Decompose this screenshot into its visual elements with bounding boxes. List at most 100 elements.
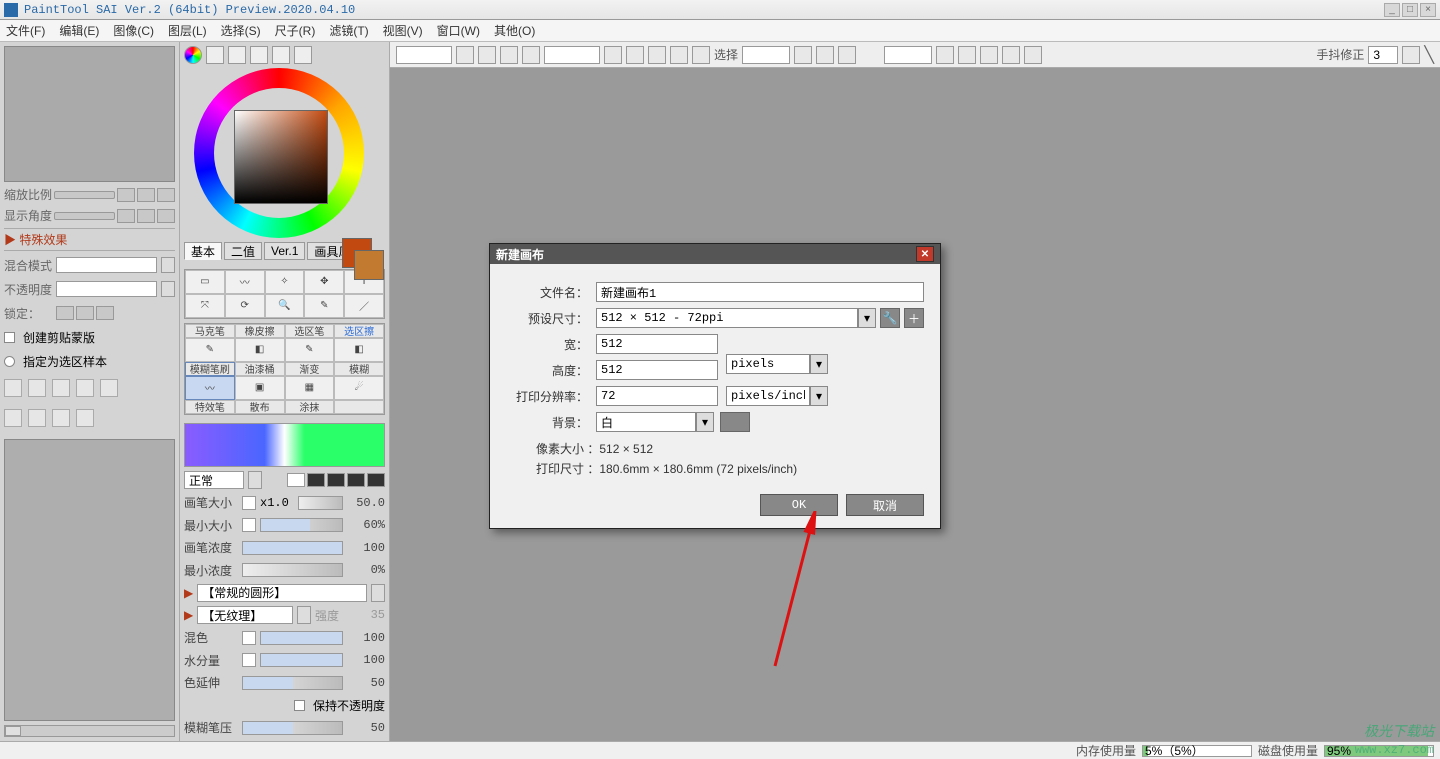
- size-pressure-icon[interactable]: [242, 496, 256, 510]
- density-slider[interactable]: [242, 541, 343, 555]
- angle-dropdown-icon[interactable]: [604, 46, 622, 64]
- opacity-stepper[interactable]: [161, 281, 175, 297]
- brush-effect[interactable]: 特效笔: [185, 400, 235, 414]
- lock-all-icon[interactable]: [96, 306, 114, 320]
- menu-select[interactable]: 选择(S): [221, 22, 261, 39]
- zoom-reset-button[interactable]: [157, 188, 175, 202]
- brush-seleraser-icon[interactable]: ◧: [334, 338, 384, 362]
- select-plus-icon[interactable]: [838, 46, 856, 64]
- select2-plus-icon[interactable]: [980, 46, 998, 64]
- dialog-close-button[interactable]: ✕: [916, 246, 934, 262]
- undo-icon[interactable]: [1002, 46, 1020, 64]
- tip-custom-icon[interactable]: [367, 473, 385, 487]
- flip-h-icon[interactable]: [692, 46, 710, 64]
- select2-dd-icon[interactable]: [936, 46, 954, 64]
- tab-basic[interactable]: 基本: [184, 242, 222, 260]
- brush-blur-icon[interactable]: 〰: [185, 376, 235, 400]
- close-button[interactable]: ×: [1420, 3, 1436, 17]
- tip-circle-icon[interactable]: [307, 473, 325, 487]
- selection-source-radio[interactable]: [4, 356, 15, 367]
- navigator-preview[interactable]: [4, 46, 175, 182]
- stabilizer-dropdown-icon[interactable]: [1402, 46, 1420, 64]
- zoom-out-icon[interactable]: [478, 46, 496, 64]
- angle-ccw-icon[interactable]: [626, 46, 644, 64]
- zoom-box[interactable]: [396, 46, 452, 64]
- brush-eraser-icon[interactable]: ◧: [235, 338, 285, 362]
- bg-select[interactable]: [596, 412, 696, 432]
- dialog-title-bar[interactable]: 新建画布 ✕: [490, 244, 940, 264]
- color-slider-icon[interactable]: [206, 46, 224, 64]
- brush-scatter[interactable]: 散布: [235, 400, 285, 414]
- transfer-down-icon[interactable]: [4, 409, 22, 427]
- water-slider[interactable]: [260, 653, 343, 667]
- dpi-unit-dropdown-button[interactable]: ▾: [810, 386, 828, 406]
- preset-dropdown-button[interactable]: ▾: [858, 308, 876, 328]
- size-multiplier[interactable]: x1.0: [260, 496, 294, 510]
- brush-selpen[interactable]: 选区笔: [285, 324, 335, 338]
- lock-pixels-icon[interactable]: [56, 306, 74, 320]
- effects-header[interactable]: ▶ 特殊效果: [4, 228, 175, 251]
- select2-minus-icon[interactable]: [958, 46, 976, 64]
- menu-layer[interactable]: 图层(L): [168, 22, 207, 39]
- zoom-out-button[interactable]: [117, 188, 135, 202]
- zoom-slider[interactable]: [54, 191, 115, 199]
- brush-bucket[interactable]: 油漆桶: [235, 362, 285, 376]
- new-layer-icon[interactable]: [4, 379, 22, 397]
- lock-move-icon[interactable]: [76, 306, 94, 320]
- angle-ccw-button[interactable]: [117, 209, 135, 223]
- select-minus-icon[interactable]: [816, 46, 834, 64]
- min-size-slider[interactable]: [260, 518, 343, 532]
- zoom-fit-icon[interactable]: [522, 46, 540, 64]
- angle-reset-icon[interactable]: [670, 46, 688, 64]
- swatch-icon[interactable]: [250, 46, 268, 64]
- layer-blend-dropdown-button[interactable]: [248, 471, 262, 489]
- select-box[interactable]: [742, 46, 790, 64]
- brush-blur[interactable]: 模糊笔刷: [185, 362, 235, 376]
- preset-select[interactable]: [596, 308, 858, 328]
- brush-marker[interactable]: 马克笔: [185, 324, 235, 338]
- layers-list[interactable]: [4, 439, 175, 721]
- layer-blend-select[interactable]: 正常: [184, 471, 244, 489]
- brush-gradient[interactable]: 渐变: [285, 362, 335, 376]
- dpi-unit-select[interactable]: [726, 386, 810, 406]
- brush-texture-select[interactable]: 【无纹理】: [197, 606, 293, 624]
- mix-slider[interactable]: [260, 631, 343, 645]
- color-mixer-icon[interactable]: [228, 46, 246, 64]
- opacity-field[interactable]: [56, 281, 157, 297]
- min-density-slider[interactable]: [242, 563, 343, 577]
- cancel-button[interactable]: 取消: [846, 494, 924, 516]
- zoom-in-icon[interactable]: [500, 46, 518, 64]
- maximize-button[interactable]: □: [1402, 3, 1418, 17]
- menu-window[interactable]: 窗口(W): [437, 22, 480, 39]
- bg-dropdown-button[interactable]: ▾: [696, 412, 714, 432]
- brush-selpen-icon[interactable]: ✎: [285, 338, 335, 362]
- unit-dropdown-button[interactable]: ▾: [810, 354, 828, 374]
- preset-edit-icon[interactable]: 🔧: [880, 308, 900, 328]
- minimize-button[interactable]: _: [1384, 3, 1400, 17]
- brush-shape-dropdown-button[interactable]: [371, 584, 385, 602]
- angle-cw-button[interactable]: [137, 209, 155, 223]
- angle-cw-icon[interactable]: [648, 46, 666, 64]
- clear-layer-icon[interactable]: [76, 409, 94, 427]
- select-box-2[interactable]: [884, 46, 932, 64]
- height-input[interactable]: [596, 360, 718, 380]
- zoom-dropdown-icon[interactable]: [456, 46, 474, 64]
- tab-ver1[interactable]: Ver.1: [264, 242, 305, 260]
- merge-down-icon[interactable]: [28, 409, 46, 427]
- color-wheel-icon[interactable]: [184, 46, 202, 64]
- keep-opacity-checkbox[interactable]: [294, 700, 305, 711]
- menu-ruler[interactable]: 尺子(R): [275, 22, 316, 39]
- blend-mode-dropdown-button[interactable]: [161, 257, 175, 273]
- spread-slider[interactable]: [242, 676, 343, 690]
- color-wheel[interactable]: [184, 68, 374, 238]
- mask-icon[interactable]: [76, 379, 94, 397]
- redo-icon[interactable]: [1024, 46, 1042, 64]
- unit-select[interactable]: [726, 354, 810, 374]
- brush-texture-dropdown-button[interactable]: [297, 606, 311, 624]
- clip-icon[interactable]: [100, 379, 118, 397]
- tip-square-icon[interactable]: [327, 473, 345, 487]
- angle-reset-button[interactable]: [157, 209, 175, 223]
- blend-mode-select[interactable]: [56, 257, 157, 273]
- delete-layer-icon[interactable]: [52, 409, 70, 427]
- brush-gradient-icon[interactable]: ▦: [285, 376, 335, 400]
